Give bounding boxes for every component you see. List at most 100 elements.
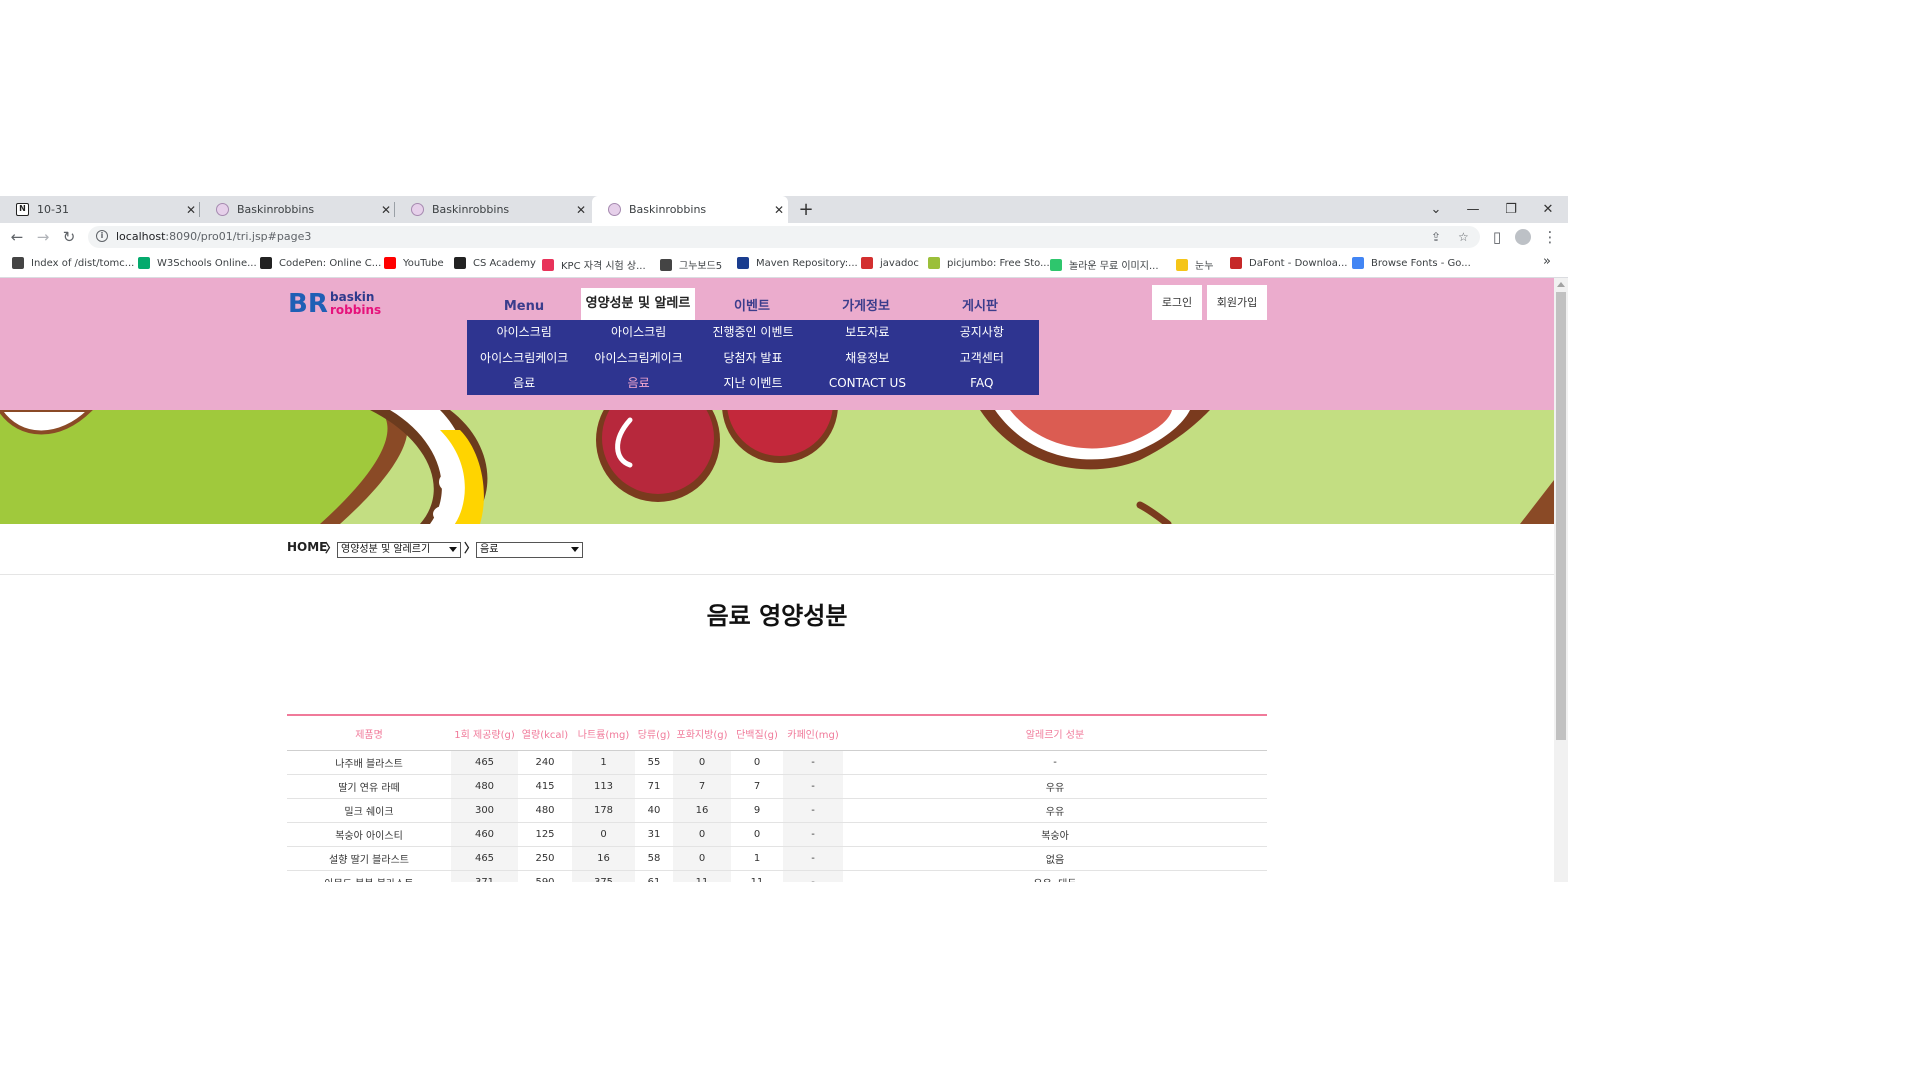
- more-bookmarks-icon[interactable]: »: [1543, 254, 1551, 269]
- bookmark-label: Maven Repository:...: [756, 257, 858, 269]
- address-bar[interactable]: i localhost:8090/pro01/tri.jsp#page3 ⇪ ☆: [88, 226, 1480, 248]
- back-arrow-icon[interactable]: ←: [7, 227, 27, 247]
- tab-1[interactable]: N 10-31 ✕: [0, 196, 200, 223]
- tab-4-active[interactable]: Baskinrobbins ✕: [592, 196, 788, 223]
- bookmark-item[interactable]: 놀라운 무료 이미지...: [1050, 257, 1159, 272]
- dropdown-item[interactable]: 보도자료: [810, 320, 924, 345]
- tab-title: 10-31: [37, 203, 69, 216]
- table-cell: 465: [451, 750, 518, 775]
- bookmark-item[interactable]: javadoc: [861, 257, 919, 269]
- br-favicon-icon: [608, 203, 621, 216]
- mega-dropdown: 아이스크림 아이스크림 진행중인 이벤트 보도자료 공지사항 아이스크림케이크 아이스크림케…: [467, 320, 1039, 395]
- dropdown-item[interactable]: FAQ: [925, 371, 1039, 396]
- maven-icon: [737, 257, 749, 269]
- bookmark-item[interactable]: CS Academy: [454, 257, 536, 269]
- dropdown-item[interactable]: 음료: [467, 371, 581, 396]
- close-tab-icon[interactable]: ✕: [377, 203, 395, 217]
- category-select[interactable]: 영양성분 및 알레르기: [337, 542, 461, 558]
- bookmark-item[interactable]: picjumbo: Free Sto...: [928, 257, 1050, 269]
- dropdown-item[interactable]: 채용정보: [810, 346, 924, 371]
- nav-board[interactable]: 게시판: [923, 295, 1037, 319]
- close-tab-icon[interactable]: ✕: [182, 203, 200, 217]
- table-cell: 0: [731, 750, 783, 775]
- page-scrollbar[interactable]: [1554, 278, 1568, 882]
- scrollbar-thumb[interactable]: [1556, 292, 1566, 740]
- menu-kebab-icon[interactable]: ⋮: [1540, 227, 1560, 247]
- table-cell: 480: [451, 774, 518, 799]
- bookmark-item[interactable]: 눈누: [1176, 257, 1213, 272]
- bookmark-item[interactable]: W3Schools Online...: [138, 257, 257, 269]
- breadcrumb: HOME 〉 영양성분 및 알레르기 〉 음료: [0, 524, 1554, 575]
- forward-arrow-icon[interactable]: →: [33, 227, 53, 247]
- table-cell: 0: [572, 822, 635, 847]
- bookmark-item[interactable]: YouTube: [384, 257, 444, 269]
- table-cell: 375: [572, 870, 635, 882]
- dropdown-item[interactable]: 아이스크림: [467, 320, 581, 345]
- br-favicon-icon: [411, 203, 424, 216]
- profile-avatar-icon[interactable]: [1513, 227, 1533, 247]
- new-tab-button[interactable]: +: [788, 196, 824, 223]
- bookmarks-bar: Index of /dist/tomc... W3Schools Online..…: [0, 251, 1568, 278]
- table-cell: -: [783, 798, 843, 823]
- table-cell: 460: [451, 822, 518, 847]
- toolbar: ← → ↻ i localhost:8090/pro01/tri.jsp#pag…: [0, 223, 1568, 251]
- logo-mark: BR: [288, 289, 328, 318]
- dropdown-item[interactable]: 지난 이벤트: [696, 371, 810, 396]
- bookmark-item[interactable]: Index of /dist/tomc...: [12, 257, 134, 269]
- site-info-icon[interactable]: i: [96, 230, 108, 242]
- dropdown-item[interactable]: 공지사항: [925, 320, 1039, 345]
- login-button[interactable]: 로그인: [1152, 285, 1202, 320]
- kpc-icon: [542, 258, 554, 271]
- tab-2[interactable]: Baskinrobbins ✕: [200, 196, 395, 223]
- bookmark-item[interactable]: DaFont - Downloa...: [1230, 257, 1347, 269]
- table-cell: 250: [518, 846, 572, 871]
- subcategory-select[interactable]: 음료: [476, 542, 583, 558]
- dropdown-item[interactable]: 음료: [581, 371, 695, 396]
- banner-image: [0, 410, 1554, 524]
- bookmark-item[interactable]: 그누보드5: [660, 257, 722, 272]
- dropdown-item[interactable]: CONTACT US: [810, 371, 924, 396]
- close-window-icon[interactable]: ✕: [1530, 196, 1566, 223]
- tab-3[interactable]: Baskinrobbins ✕: [395, 196, 590, 223]
- table-cell: 0: [673, 822, 731, 847]
- table-cell: -: [843, 750, 1267, 775]
- dropdown-item[interactable]: 아이스크림케이크: [467, 346, 581, 371]
- dropdown-item[interactable]: 당첨자 발표: [696, 346, 810, 371]
- breadcrumb-home[interactable]: HOME: [287, 540, 327, 554]
- nav-event[interactable]: 이벤트: [695, 295, 809, 319]
- nav-menu[interactable]: Menu: [467, 295, 581, 319]
- dropdown-item[interactable]: 아이스크림: [581, 320, 695, 345]
- restore-icon[interactable]: ❐: [1493, 196, 1529, 223]
- google-fonts-icon: [1352, 257, 1364, 269]
- banner-illustration: [0, 410, 1554, 524]
- product-name-cell: 복숭아 아이스티: [287, 822, 451, 847]
- bookmark-item[interactable]: CodePen: Online C...: [260, 257, 381, 269]
- bookmark-star-icon[interactable]: ☆: [1458, 230, 1469, 244]
- reload-icon[interactable]: ↻: [59, 227, 79, 247]
- nav-nutrition-allergy[interactable]: 영양성분 및 알레르기: [581, 288, 695, 343]
- table-row: 복숭아 아이스티 460 125 0 31 0 0- 복숭아: [287, 822, 1267, 847]
- bookmark-item[interactable]: KPC 자격 시험 상...: [542, 257, 646, 272]
- bookmark-item[interactable]: Maven Repository:...: [737, 257, 858, 269]
- baskin-robbins-logo[interactable]: BR baskin robbins: [288, 288, 388, 319]
- scroll-up-icon[interactable]: [1557, 282, 1565, 287]
- side-panel-icon[interactable]: ▯: [1487, 227, 1507, 247]
- minimize-icon[interactable]: —: [1455, 196, 1491, 223]
- dropdown-item[interactable]: 진행중인 이벤트: [696, 320, 810, 345]
- table-cell: 0: [673, 846, 731, 871]
- bookmark-item[interactable]: Browse Fonts - Go...: [1352, 257, 1471, 269]
- dropdown-item[interactable]: 아이스크림케이크: [581, 346, 695, 371]
- column-header: 카페인(mg): [783, 715, 843, 751]
- url-text[interactable]: localhost:8090/pro01/tri.jsp#page3: [116, 230, 311, 243]
- nav-store-info[interactable]: 가게정보: [809, 295, 923, 319]
- breadcrumb-separator-icon: 〉: [325, 541, 338, 555]
- tab-search-icon[interactable]: ⌄: [1418, 196, 1454, 223]
- close-tab-icon[interactable]: ✕: [572, 203, 590, 217]
- share-icon[interactable]: ⇪: [1431, 230, 1441, 244]
- table-cell: -: [783, 870, 843, 882]
- signup-button[interactable]: 회원가입: [1207, 285, 1267, 320]
- dropdown-item[interactable]: 고객센터: [925, 346, 1039, 371]
- bookmark-label: DaFont - Downloa...: [1249, 257, 1348, 269]
- br-favicon-icon: [216, 203, 229, 216]
- close-tab-icon[interactable]: ✕: [770, 203, 788, 217]
